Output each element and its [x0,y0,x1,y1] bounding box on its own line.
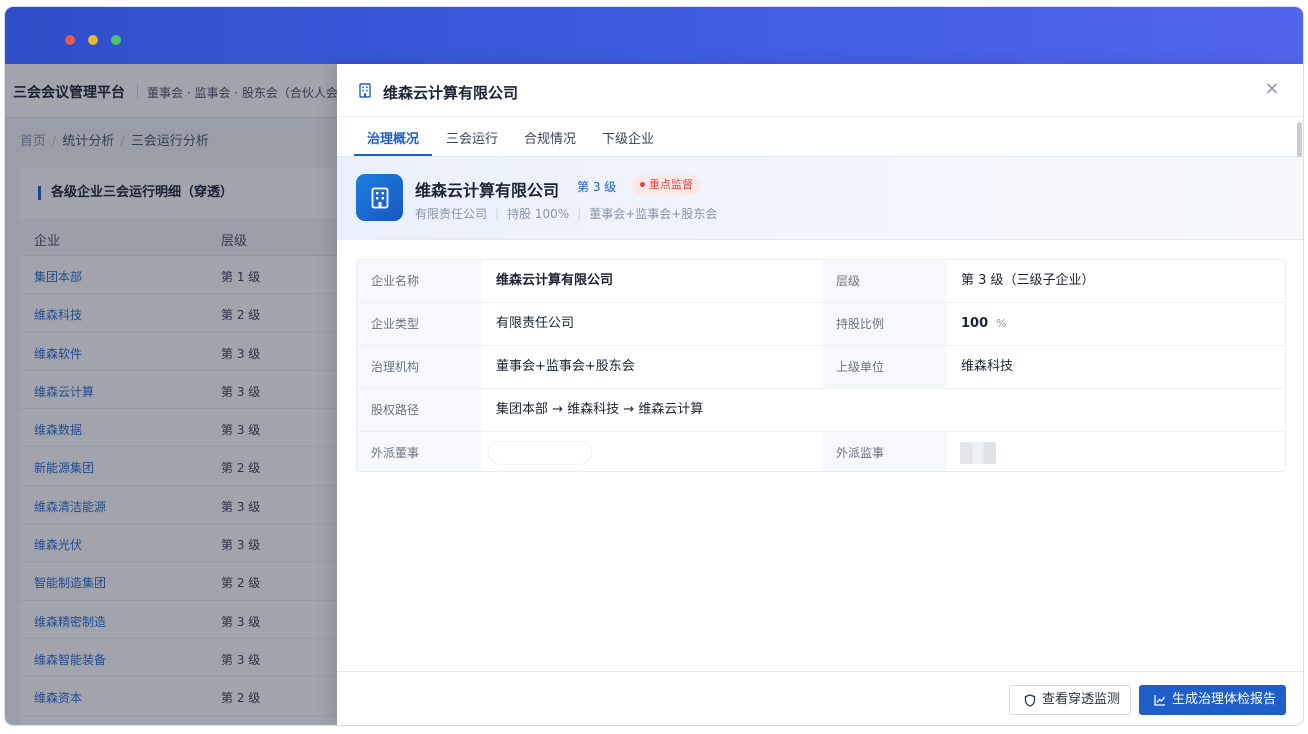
info-value-parent: 维森科技 [961,359,1014,374]
share-unit: % [996,317,1007,330]
info-row: 外派董事 外派监事 [357,432,1285,471]
drawer-tabs: 治理概况 三会运行 合规情况 下级企业 [337,117,1303,157]
line-chart-icon [1154,695,1166,706]
info-value-level: 第 3 级（三级子企业） [961,273,1095,288]
tab-compliance[interactable]: 合规情况 [524,128,576,147]
report-button-label: 生成治理体检报告 [1172,692,1277,707]
building-icon [371,187,388,208]
meta-share: 持股 100% [507,207,570,221]
building-icon [359,83,371,98]
info-row: 企业类型 有限责任公司 持股比例 100% [357,303,1285,346]
info-label: 外派监事 [822,432,947,471]
info-label: 外派董事 [357,432,482,471]
share-number: 100 [961,316,989,331]
level-tag: 第 3 级 [577,180,617,194]
info-row: 企业名称 维森云计算有限公司 层级 第 3 级（三级子企业） [357,260,1285,303]
drawer-overlay-mask[interactable] [5,64,337,725]
tab-three-meetings[interactable]: 三会运行 [446,128,498,147]
info-value-type: 有限责任公司 [496,316,575,331]
external-director-value [489,442,591,464]
info-value-company-name: 维森云计算有限公司 [496,273,614,288]
company-meta: 有限责任公司 | 持股 100% | 董事会+监事会+股东会 [415,205,717,222]
company-avatar [356,174,403,221]
monitor-button-label: 查看穿透监测 [1042,692,1121,707]
shield-icon [1024,693,1036,707]
meta-divider: | [577,207,582,221]
active-tab-indicator [354,154,432,156]
window-minimize-dot[interactable] [88,35,98,45]
drawer-scrollbar[interactable] [1297,122,1302,160]
generate-report-button[interactable]: 生成治理体检报告 [1139,685,1286,715]
info-label: 持股比例 [822,303,947,345]
info-value-equity-path: 集团本部 → 维森科技 → 维森云计算 [496,402,704,417]
info-label: 企业类型 [357,303,482,345]
view-penetration-monitor-button[interactable]: 查看穿透监测 [1009,685,1131,715]
drawer-title: 维森云计算有限公司 [383,84,519,102]
meta-company-type: 有限责任公司 [415,207,488,221]
close-icon[interactable]: × [1263,80,1281,98]
badge-label: 重点监督 [649,178,693,191]
meta-divider: | [495,207,500,221]
info-label: 层级 [822,260,947,302]
app-window: 三会会议管理平台 董事会 · 监事会 · 股东会（合伙人会 首页 / 统计分析 / 三会… [5,7,1303,725]
company-summary: 维森云计算有限公司 第 3 级 重点监督 有限责任公司 | 持股 100% | 董事会+… [337,157,1303,240]
company-detail-drawer: 维森云计算有限公司 × 治理概况 三会运行 合规情况 下级企业 维森云计算有限公… [337,64,1303,725]
info-value-governance: 董事会+监事会+股东会 [496,359,635,374]
window-close-dot[interactable] [65,35,75,45]
tab-governance-overview[interactable]: 治理概况 [367,128,419,147]
info-label: 股权路径 [357,389,482,431]
info-row: 股权路径 集团本部 → 维森科技 → 维森云计算 [357,389,1285,432]
company-name: 维森云计算有限公司 [415,181,560,200]
badge-dot [640,181,645,187]
info-label: 治理机构 [357,346,482,388]
window-titlebar [5,7,1303,64]
info-value-share: 100% [961,303,1007,345]
meta-governance: 董事会+监事会+股东会 [589,207,718,221]
info-label: 上级单位 [822,346,947,388]
company-info-table: 企业名称 维森云计算有限公司 层级 第 3 级（三级子企业） 企业类型 有限责任… [356,259,1286,472]
window-maximize-dot[interactable] [111,35,121,45]
external-supervisor-value [960,442,996,464]
tab-subsidiaries[interactable]: 下级企业 [602,128,654,147]
drawer-header: 维森云计算有限公司 × [337,64,1303,117]
info-label: 企业名称 [357,260,482,302]
drawer-footer: 查看穿透监测 生成治理体检报告 [337,671,1303,725]
info-row: 治理机构 董事会+监事会+股东会 上级单位 维森科技 [357,346,1285,389]
status-badge: 重点监督 [632,175,701,195]
